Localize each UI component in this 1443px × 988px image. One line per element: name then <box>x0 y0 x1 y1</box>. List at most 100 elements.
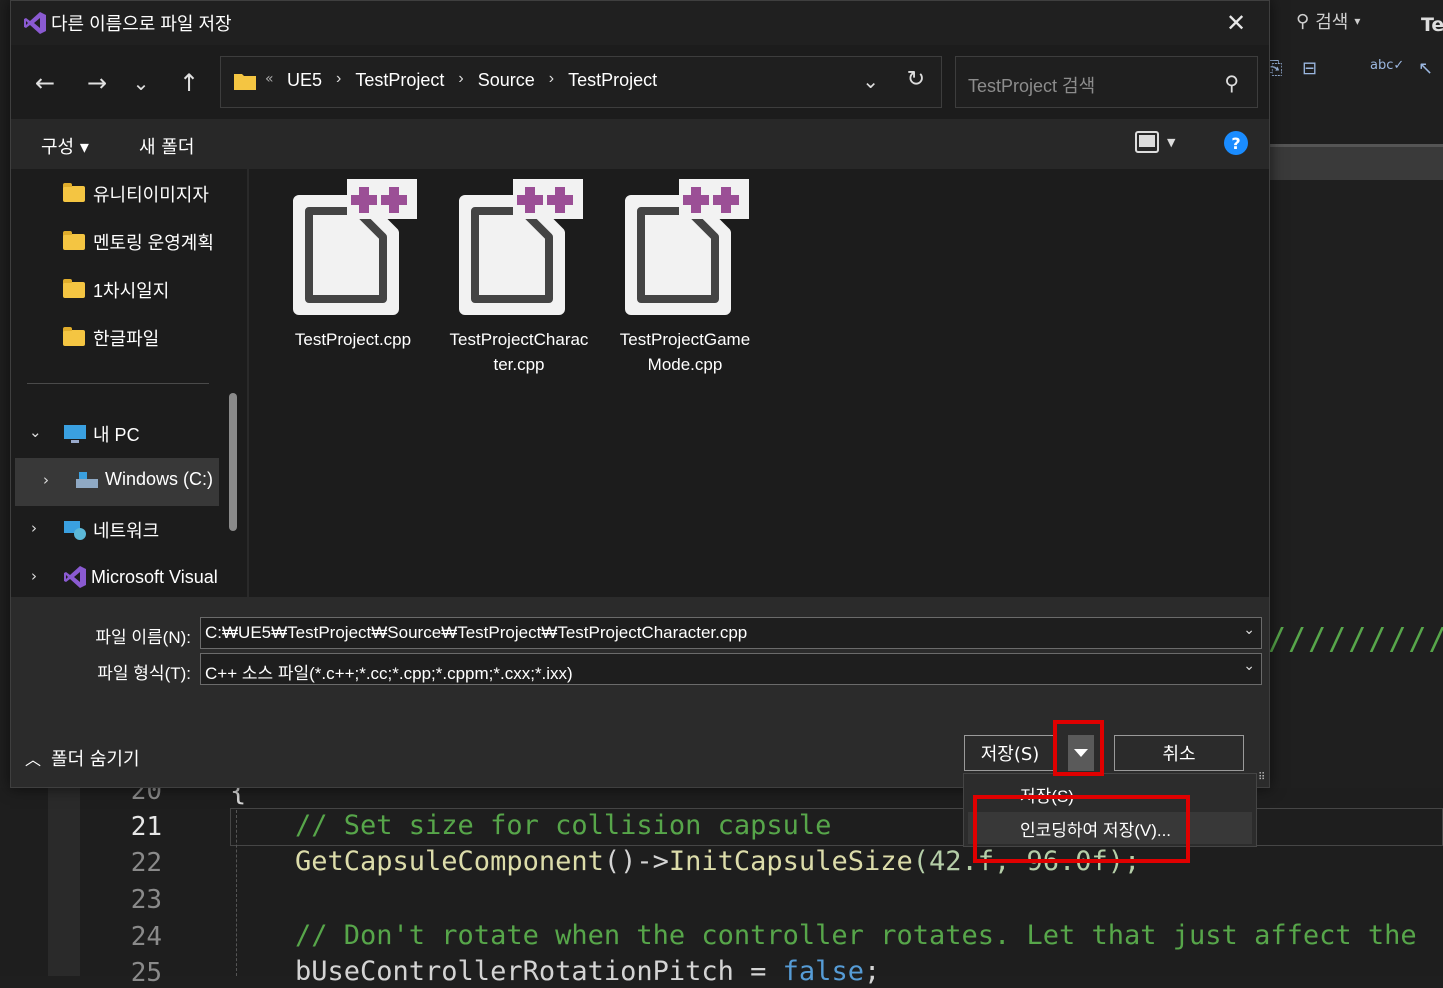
divider <box>27 383 209 384</box>
folder-icon <box>63 279 85 298</box>
nav-item-network[interactable]: 네트워크 <box>63 517 159 543</box>
search-placeholder: TestProject 검색 <box>968 76 1096 96</box>
resize-grip-icon[interactable]: ⠿ <box>1258 772 1265 783</box>
chevron-up-icon: ︿ <box>25 750 42 769</box>
network-icon <box>64 521 86 540</box>
refresh-button[interactable]: ↻ <box>907 67 925 92</box>
help-icon[interactable]: ? <box>1224 131 1248 155</box>
search-icon[interactable]: ⚲ <box>1224 71 1239 95</box>
code-line: // Don't rotate when the controller rota… <box>295 920 1417 951</box>
back-button[interactable]: ← <box>27 65 63 101</box>
nav-item-folder[interactable]: 멘토링 운영계획 <box>63 229 214 255</box>
folder-icon <box>63 183 85 202</box>
recent-locations-button[interactable]: ⌄ <box>123 65 159 101</box>
file-item[interactable]: TestProjectGameMode.cpp <box>605 179 765 377</box>
cancel-button[interactable]: 취소 <box>1114 735 1244 771</box>
forward-button[interactable]: → <box>79 65 115 101</box>
breadcrumb-item[interactable]: TestProject <box>355 70 444 91</box>
refresh-icon: ↻ <box>906 67 925 92</box>
code-line: // Set size for collision capsule <box>295 810 832 841</box>
file-item[interactable]: TestProject.cpp <box>273 179 433 352</box>
folder-icon <box>234 74 256 90</box>
filename-value: C:₩UE5₩TestProject₩Source₩TestProject₩Te… <box>205 623 748 642</box>
nav-item-folder[interactable]: 유니티이미지자 <box>63 181 209 207</box>
scrollbar-thumb[interactable] <box>229 393 237 531</box>
line-number: 21 <box>130 812 162 842</box>
nav-item-this-pc[interactable]: 내 PC <box>63 421 140 447</box>
filetype-value: C++ 소스 파일(*.c++;*.cc;*.cpp;*.cppm;*.cxx;… <box>205 664 573 683</box>
search-input[interactable]: TestProject 검색 ⚲ <box>955 56 1258 108</box>
title-bar[interactable]: 다른 이름으로 파일 저장 ✕ <box>11 1 1269 45</box>
file-item[interactable]: TestProjectCharacter.cpp <box>439 179 599 377</box>
chevron-right-icon[interactable]: › <box>31 567 37 585</box>
layout-icon[interactable]: ⊟ <box>1302 58 1317 79</box>
close-button[interactable]: ✕ <box>1213 5 1259 41</box>
breadcrumb: UE5 › TestProject › Source › TestProject <box>287 70 657 91</box>
arrow-left-icon: ← <box>34 69 56 97</box>
vs-title-fragment: Te <box>1421 14 1443 36</box>
nav-item-visual-studio[interactable]: Microsoft Visual <box>63 565 218 589</box>
line-number: 23 <box>130 885 162 915</box>
cpp-file-icon <box>293 179 417 315</box>
file-name: TestProject.cpp <box>294 330 412 349</box>
visual-studio-logo-icon <box>64 566 86 588</box>
drive-icon <box>76 471 98 488</box>
chevron-right-icon[interactable]: › <box>31 519 37 537</box>
line-number: 22 <box>130 848 162 878</box>
spellcheck-icon[interactable]: abc✓ <box>1370 58 1404 73</box>
monitor-icon <box>64 425 86 443</box>
filetype-label: 파일 형식(T): <box>97 664 191 683</box>
chevron-right-icon[interactable]: › <box>458 70 463 91</box>
chevron-down-icon: ⌄ <box>132 71 150 95</box>
chevron-down-icon[interactable]: ⌄ <box>29 423 42 441</box>
toolbar-icon[interactable]: ⎘ <box>1268 58 1282 79</box>
file-list: TestProject.cpp TestProjectCharacter.cpp… <box>249 169 1269 597</box>
chevron-down-icon[interactable]: ⌄ <box>1243 658 1255 674</box>
highlight-box <box>973 795 1190 863</box>
save-as-dialog: 다른 이름으로 파일 저장 ✕ ← → ⌄ ↑ « UE5 › TestProj… <box>10 0 1270 788</box>
address-bar[interactable]: « UE5 › TestProject › Source › TestProje… <box>220 56 942 108</box>
chevron-right-icon[interactable]: › <box>43 471 49 489</box>
chevron-down-icon: ⌄ <box>862 69 879 93</box>
cpp-file-icon <box>625 179 749 315</box>
command-bar: 구성 ▾ 새 폴더 ▼ ? <box>11 119 1269 169</box>
file-name: TestProjectCharacter.cpp <box>449 330 589 374</box>
chevron-right-icon[interactable]: › <box>336 70 341 91</box>
filetype-select[interactable]: C++ 소스 파일(*.c++;*.cc;*.cpp;*.cppm;*.cxx;… <box>200 653 1262 685</box>
code-line: bUseControllerRotationPitch = false; <box>295 956 881 987</box>
up-button[interactable]: ↑ <box>171 65 207 101</box>
vs-tab-strip <box>1270 144 1443 180</box>
view-icon <box>1135 131 1159 153</box>
nav-item-drive[interactable]: Windows (C:) <box>75 469 213 490</box>
navigation-row: ← → ⌄ ↑ « UE5 › TestProject › Source › T… <box>11 45 1269 119</box>
breadcrumb-item[interactable]: Source <box>478 70 535 91</box>
indent-guide <box>236 810 237 976</box>
nav-item-folder[interactable]: 한글파일 <box>63 325 159 351</box>
chevron-right-icon[interactable]: › <box>549 70 554 91</box>
save-button[interactable]: 저장(S) <box>964 735 1056 771</box>
visual-studio-logo-icon <box>24 12 46 34</box>
folder-icon <box>63 327 85 346</box>
folder-icon <box>63 231 85 250</box>
line-number: 24 <box>130 922 162 952</box>
overflow-icon[interactable]: « <box>265 71 274 87</box>
filename-field[interactable]: C:₩UE5₩TestProject₩Source₩TestProject₩Te… <box>200 617 1262 649</box>
breadcrumb-item[interactable]: TestProject <box>568 70 657 91</box>
nav-item-folder[interactable]: 1차시일지 <box>63 277 169 303</box>
view-options-button[interactable]: ▼ <box>1135 131 1175 153</box>
line-number: 25 <box>130 958 162 988</box>
address-history-dropdown[interactable]: ⌄ <box>862 69 879 93</box>
pointer-icon[interactable]: ↖ <box>1418 58 1433 79</box>
navigation-pane: 유니티이미지자 멘토링 운영계획 1차시일지 한글파일 ⌄ 내 PC › Win… <box>11 169 247 597</box>
close-icon: ✕ <box>1225 9 1247 37</box>
highlight-box <box>1053 720 1104 776</box>
hide-folders-button[interactable]: ︿ 폴더 숨기기 <box>25 745 140 771</box>
organize-button[interactable]: 구성 ▾ <box>41 133 89 159</box>
dialog-title: 다른 이름으로 파일 저장 <box>51 14 232 34</box>
vs-search-button[interactable]: ⚲ 검색 ▾ <box>1296 8 1360 34</box>
chevron-down-icon[interactable]: ⌄ <box>1243 622 1255 638</box>
cpp-file-icon <box>459 179 583 315</box>
breadcrumb-item[interactable]: UE5 <box>287 70 322 91</box>
new-folder-button[interactable]: 새 폴더 <box>139 133 194 159</box>
file-name: TestProjectGameMode.cpp <box>619 330 751 374</box>
